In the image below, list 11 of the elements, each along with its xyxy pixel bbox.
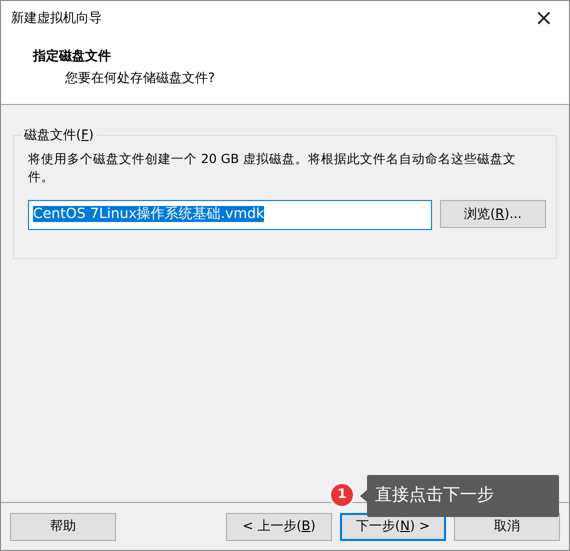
- browse-button[interactable]: 浏览(R)...: [440, 200, 546, 228]
- file-name-field[interactable]: CentOS 7Linux操作系统基础.vmdk: [28, 200, 432, 230]
- step-badge: 1: [329, 482, 355, 508]
- wizard-button[interactable]: 帮助: [10, 512, 116, 540]
- tooltip: 直接点击下一步: [367, 475, 559, 517]
- wizard-button[interactable]: < 上一步(B): [226, 512, 332, 540]
- page-subheading: 您要在何处存储磁盘文件?: [64, 70, 216, 88]
- page-heading: 指定磁盘文件: [33, 48, 112, 66]
- description-text: 将使用多个磁盘文件创建一个 20 GB 虚拟磁盘。将根据此文件名自动命名这些磁盘文件。: [28, 150, 518, 186]
- window-title: 新建虚拟机向导: [11, 10, 102, 28]
- close-button[interactable]: ×: [528, 8, 559, 30]
